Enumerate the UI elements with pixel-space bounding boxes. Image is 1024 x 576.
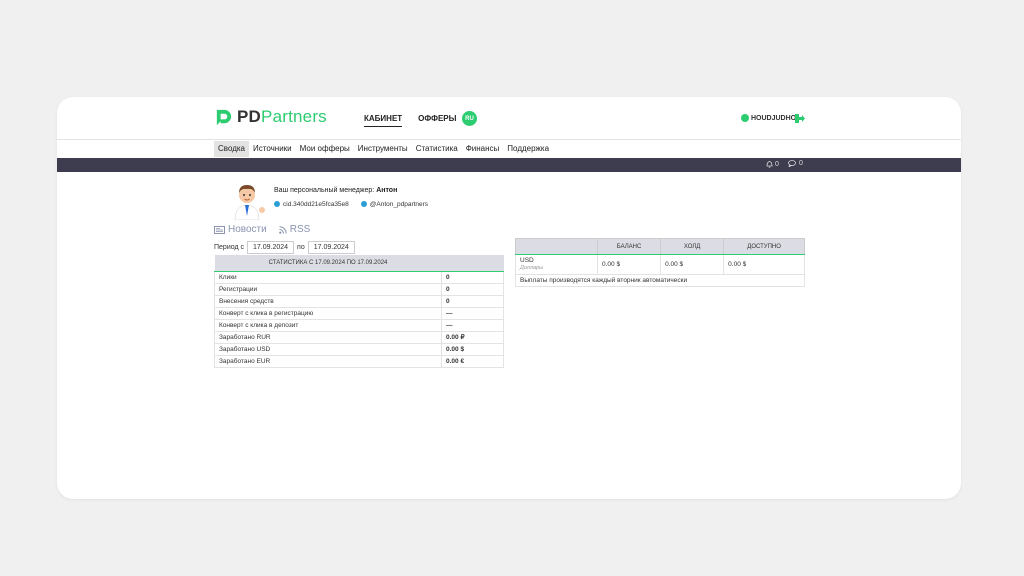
notification-bar: 0 0 [57, 158, 961, 172]
feed-links: Новости RSS [214, 224, 310, 235]
balance-header: Баланс [596, 238, 662, 255]
period-from-label: Период с [214, 244, 244, 251]
tab-finances[interactable]: Финансы [462, 141, 504, 157]
table-row: Клики 0 [214, 270, 504, 284]
row-value: — [441, 306, 504, 320]
table-row: Заработано RUR 0.00 ₽ [214, 330, 504, 344]
table-row: Конверт с клика в регистрацию — [214, 306, 504, 320]
tab-sources[interactable]: Источники [249, 141, 296, 157]
row-label: Заработано EUR [214, 354, 442, 368]
chat-icon [788, 160, 796, 167]
bell-count: 0 [775, 160, 779, 168]
user-menu[interactable]: HOUDJUDHO [741, 114, 796, 122]
row-value: 0 [441, 270, 504, 284]
news-label: Новости [228, 224, 267, 235]
tab-tools[interactable]: Инструменты [354, 141, 412, 157]
table-row: Выплаты производятся каждый вторник авто… [515, 274, 805, 287]
available-header: Доступно [723, 238, 805, 255]
skype-icon [274, 201, 280, 208]
logout-icon[interactable] [795, 114, 805, 123]
row-label: Внесения средств [214, 294, 442, 308]
row-value: 0 [441, 282, 504, 296]
app-window: PDPartners КАБИНЕТ ОФФЕРЫ RU HOUDJUDHO С… [57, 97, 961, 499]
currency-name: Доллары [520, 265, 544, 272]
language-switch[interactable]: RU [462, 111, 477, 126]
logo-partners: Partners [261, 107, 327, 126]
skype-id: cid.340dd21e5fca35e8 [283, 201, 349, 208]
row-label: Заработано USD [214, 342, 442, 356]
row-value: 0.00 $ [441, 342, 504, 356]
table-row: Заработано EUR 0.00 € [214, 354, 504, 368]
messages-count: 0 [799, 160, 803, 167]
row-value: 0.00 ₽ [441, 330, 504, 344]
row-value: 0.00 € [441, 354, 504, 368]
header: PDPartners КАБИНЕТ ОФФЕРЫ RU HOUDJUDHO [57, 97, 961, 140]
tab-my-offers[interactable]: Мои офферы [296, 141, 354, 157]
table-row: USD Доллары 0.00 $ 0.00 $ 0.00 $ [515, 254, 805, 275]
top-nav: КАБИНЕТ ОФФЕРЫ [364, 114, 456, 127]
telegram-icon [360, 201, 367, 208]
news-link[interactable]: Новости [214, 224, 267, 235]
table-row: Заработано USD 0.00 $ [214, 342, 504, 356]
row-label: Регистрации [214, 282, 442, 296]
row-label: Конверт с клика в депозит [214, 318, 442, 332]
messages-button[interactable]: 0 [788, 160, 803, 167]
currency-code: USD [520, 257, 534, 264]
username: HOUDJUDHO [751, 114, 797, 122]
telegram-contact[interactable]: @Anton_pdpartners [360, 201, 429, 208]
row-value: — [441, 318, 504, 332]
topnav-cabinet[interactable]: КАБИНЕТ [364, 114, 403, 127]
period-from-input[interactable]: 17.09.2024 [247, 241, 295, 254]
notifications-button[interactable]: 0 [766, 160, 779, 168]
row-label: Клики [214, 270, 442, 284]
rss-link[interactable]: RSS [278, 224, 311, 235]
period-to-label: по [297, 244, 305, 251]
balance-value: 0.00 $ [596, 254, 662, 275]
row-label: Заработано RUR [214, 330, 442, 344]
topnav-offers[interactable]: ОФФЕРЫ [418, 114, 456, 127]
manager-info: Ваш персональный менеджер: Антон [274, 187, 397, 194]
tab-statistics[interactable]: Статистика [412, 141, 462, 157]
hold-header: Холд [660, 238, 725, 255]
manager-avatar [234, 185, 265, 220]
online-status-icon [741, 114, 749, 122]
telegram-handle: @Anton_pdpartners [369, 201, 429, 208]
rss-icon [278, 225, 287, 234]
payout-note: Выплаты производятся каждый вторник авто… [515, 274, 805, 287]
table-row: Внесения средств 0 [214, 294, 504, 308]
manager-contacts: cid.340dd21e5fca35e8 @Anton_pdpartners [274, 201, 428, 208]
manager-label: Ваш персональный менеджер: [274, 187, 375, 194]
table-row: Регистрации 0 [214, 282, 504, 296]
skype-contact[interactable]: cid.340dd21e5fca35e8 [274, 201, 349, 208]
logo-pd: PD [237, 107, 262, 126]
logo-icon [216, 109, 232, 125]
newspaper-icon [214, 225, 225, 234]
sub-nav: Сводка Источники Мои офферы Инструменты … [214, 141, 553, 157]
manager-name: Антон [376, 187, 398, 194]
period-filter: Период с 17.09.2024 по 17.09.2024 [214, 241, 355, 254]
table-row: Конверт с клика в депозит — [214, 318, 504, 332]
logo[interactable]: PDPartners [214, 107, 327, 127]
currency-cell: USD Доллары [515, 254, 598, 275]
row-label: Конверт с клика в регистрацию [214, 306, 442, 320]
tab-summary[interactable]: Сводка [214, 141, 250, 157]
row-value: 0 [441, 294, 504, 308]
available-value: 0.00 $ [723, 254, 805, 275]
stats-header: Статистика с 17.09.2024 по 17.09.2024 [214, 255, 442, 272]
rss-label: RSS [289, 224, 311, 235]
period-to-input[interactable]: 17.09.2024 [307, 241, 355, 254]
hold-value: 0.00 $ [660, 254, 725, 275]
stats-table: Статистика с 17.09.2024 по 17.09.2024 Кл… [214, 255, 504, 368]
bell-icon [766, 161, 773, 168]
balance-table: Баланс Холд Доступно USD Доллары 0.00 $ … [515, 238, 805, 287]
tab-support[interactable]: Поддержка [503, 141, 553, 157]
